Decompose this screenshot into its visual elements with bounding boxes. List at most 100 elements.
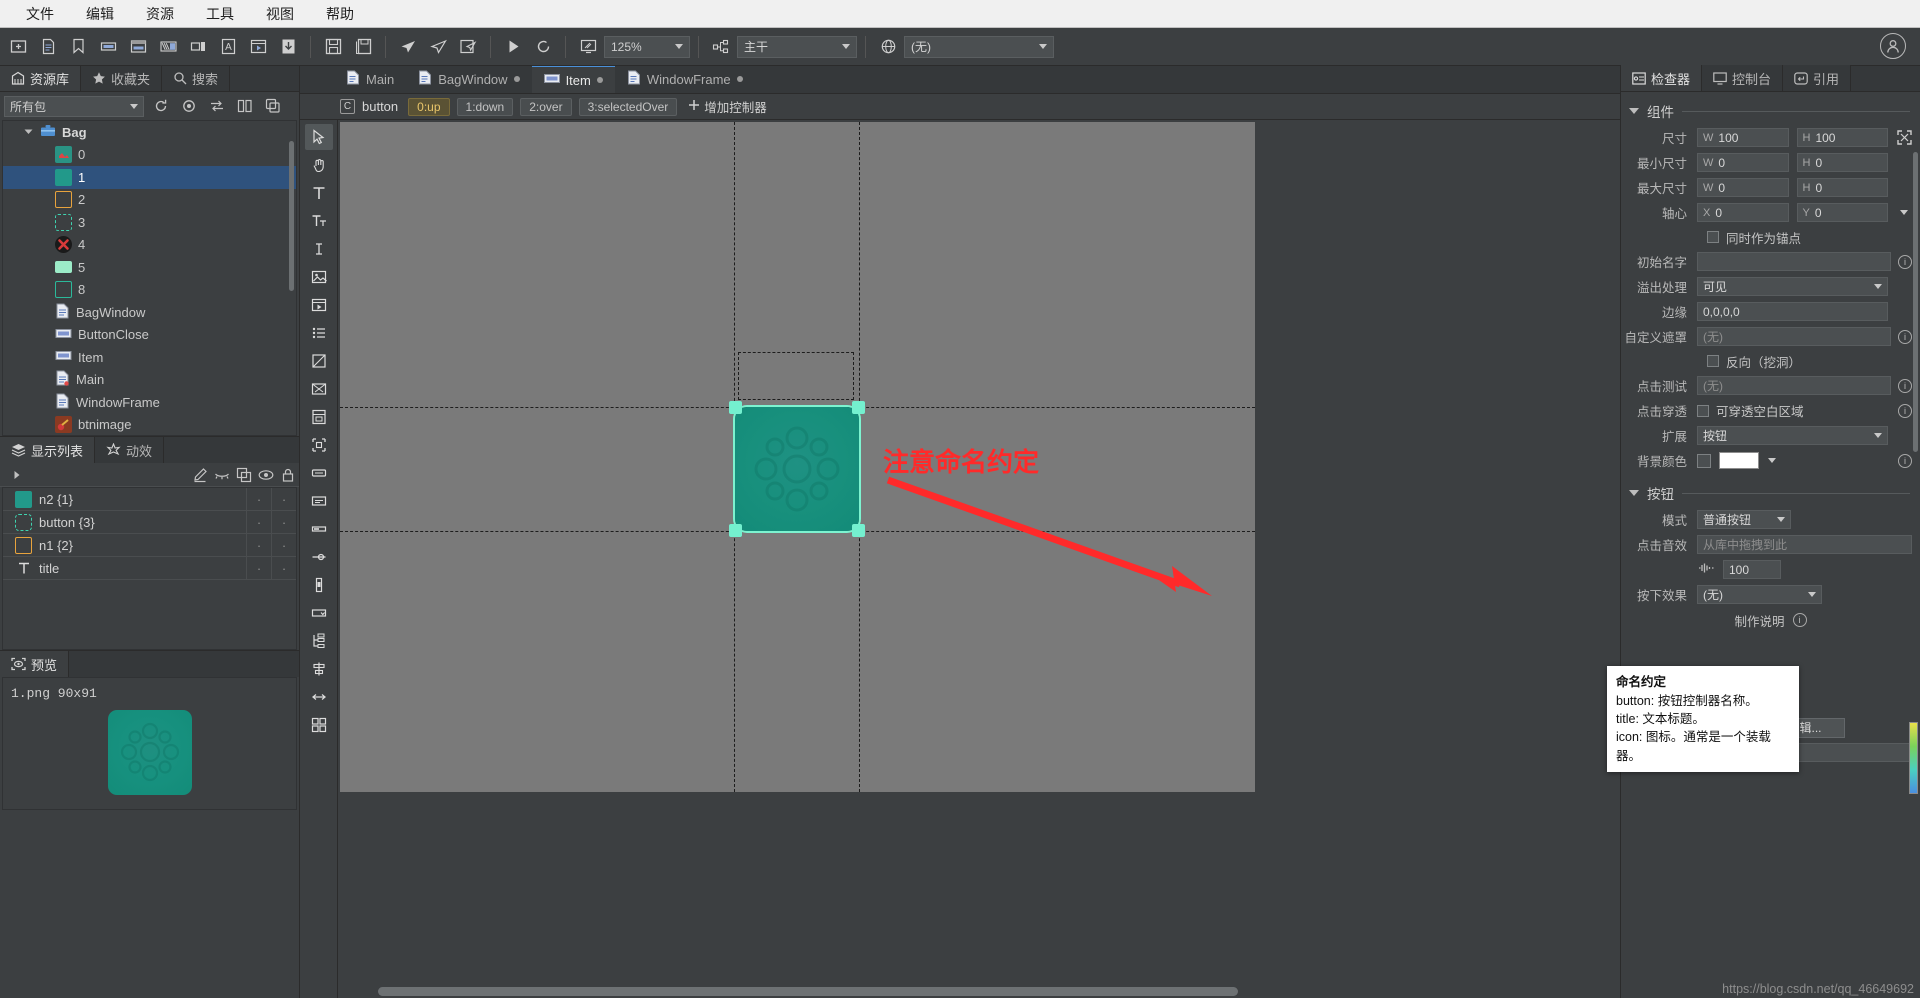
- make-note-row[interactable]: 制作说明 i: [1621, 607, 1920, 633]
- color-gradient-strip[interactable]: [1909, 722, 1918, 794]
- tree-item-item[interactable]: Item: [3, 346, 296, 369]
- library-tree[interactable]: Bag 0 1 2 3 4 5 8 BagWindow ButtonClose …: [2, 120, 297, 436]
- hand-icon[interactable]: [305, 152, 333, 178]
- down-effect-select[interactable]: (无): [1697, 585, 1822, 604]
- resize-handle-bl[interactable]: [729, 524, 742, 537]
- min-height-input[interactable]: H 0: [1796, 153, 1888, 172]
- field-anchor-checkbox-row[interactable]: 同时作为锚点: [1621, 225, 1920, 249]
- text-icon[interactable]: [305, 180, 333, 206]
- design-canvas[interactable]: 注意命名约定: [340, 122, 1255, 792]
- grid-icon[interactable]: [305, 712, 333, 738]
- select-icon[interactable]: [304, 124, 333, 150]
- save-icon[interactable]: [319, 33, 347, 61]
- tree-item-8[interactable]: 8: [3, 279, 296, 302]
- anchor-checkbox[interactable]: [1707, 231, 1719, 243]
- list-item-col1[interactable]: ·: [246, 534, 271, 556]
- selected-item-button[interactable]: [729, 401, 865, 537]
- tree-item-btnimage[interactable]: btnimage: [3, 414, 296, 436]
- margin-input[interactable]: 0,0,0,0: [1697, 302, 1888, 321]
- import-icon[interactable]: [274, 33, 302, 61]
- tree-item-bag[interactable]: Bag: [3, 121, 296, 144]
- publish-icon[interactable]: [394, 33, 422, 61]
- graph-icon[interactable]: [305, 348, 333, 374]
- stage[interactable]: 注意命名约定: [338, 120, 1620, 998]
- mode-select[interactable]: 普通按钮: [1697, 510, 1791, 529]
- info-icon[interactable]: i: [1898, 378, 1912, 393]
- inspector-scrollbar[interactable]: [1913, 152, 1918, 452]
- duplicate-icon[interactable]: [233, 464, 255, 486]
- list-item[interactable]: title · ·: [3, 557, 296, 580]
- list-icon[interactable]: [305, 320, 333, 346]
- info-icon[interactable]: i: [1898, 254, 1912, 269]
- list-item-col2[interactable]: ·: [271, 557, 296, 579]
- richtext-icon[interactable]: [305, 208, 333, 234]
- tab-reference[interactable]: 引用: [1783, 65, 1852, 91]
- list-item-col1[interactable]: ·: [246, 557, 271, 579]
- new-filmstrip-icon[interactable]: [154, 33, 182, 61]
- list-item[interactable]: n2 {1} · ·: [3, 488, 296, 511]
- new-button-icon[interactable]: [184, 33, 212, 61]
- progressbar-icon[interactable]: [305, 516, 333, 542]
- display-list-table[interactable]: n2 {1} · · button {3} · · n1 {2} · · tit…: [2, 487, 297, 650]
- align-icon[interactable]: [305, 656, 333, 682]
- max-width-input[interactable]: W 0: [1697, 178, 1789, 197]
- lock-icon[interactable]: [277, 464, 299, 486]
- sort-icon[interactable]: [206, 95, 228, 117]
- custom-mask-input[interactable]: (无): [1697, 327, 1891, 346]
- split-icon[interactable]: [234, 95, 256, 117]
- new-window-icon[interactable]: [124, 33, 152, 61]
- resize-handle-tl[interactable]: [729, 401, 742, 414]
- tab-preview[interactable]: 预览: [0, 651, 70, 677]
- loader-icon[interactable]: [305, 376, 333, 402]
- info-icon[interactable]: i: [1898, 403, 1912, 418]
- size-height-input[interactable]: H 100: [1796, 128, 1888, 147]
- bookmark-icon[interactable]: [64, 33, 92, 61]
- hit-through-checkbox[interactable]: [1697, 404, 1709, 417]
- sound-input[interactable]: 从库中拖拽到此: [1697, 535, 1912, 554]
- refresh-icon[interactable]: [529, 33, 557, 61]
- tab-doc-main[interactable]: Main: [334, 65, 407, 93]
- controller-state-3-selectedover[interactable]: 3:selectedOver: [578, 97, 678, 116]
- tab-console[interactable]: 控制台: [1702, 65, 1784, 91]
- tree-item-buttonclose[interactable]: ButtonClose: [3, 324, 296, 347]
- scrollbar-icon[interactable]: [305, 572, 333, 598]
- tab-transitions[interactable]: 动效: [95, 437, 165, 463]
- tab-doc-bagwindow[interactable]: BagWindow: [406, 65, 532, 93]
- menu-item-help[interactable]: 帮助: [310, 0, 370, 28]
- overflow-select[interactable]: 可见: [1697, 277, 1888, 296]
- bgcolor-swatch[interactable]: [1719, 452, 1759, 469]
- extend-select[interactable]: 按钮: [1697, 426, 1888, 445]
- component-icon[interactable]: [305, 404, 333, 430]
- list-item-col1[interactable]: ·: [246, 511, 271, 533]
- hide-icon[interactable]: [211, 464, 233, 486]
- chevron-down-icon[interactable]: [23, 125, 34, 140]
- button-icon[interactable]: [305, 460, 333, 486]
- locate-icon[interactable]: [178, 95, 200, 117]
- bgcolor-enable-checkbox[interactable]: [1697, 453, 1711, 468]
- fit-size-icon[interactable]: [1896, 130, 1912, 146]
- new-movieclip-icon[interactable]: [244, 33, 272, 61]
- publish-settings-icon[interactable]: [454, 33, 482, 61]
- new-label-icon[interactable]: A: [214, 33, 242, 61]
- publish-all-icon[interactable]: [424, 33, 452, 61]
- pivot-x-input[interactable]: X 0: [1697, 203, 1789, 222]
- volume-input[interactable]: 100: [1723, 560, 1781, 579]
- menu-item-tools[interactable]: 工具: [190, 0, 250, 28]
- controller-state-1-down[interactable]: 1:down: [456, 97, 514, 116]
- tab-inspector[interactable]: 检查器: [1621, 65, 1703, 91]
- section-component[interactable]: 组件: [1621, 94, 1920, 125]
- image-icon[interactable]: [305, 264, 333, 290]
- slider-icon[interactable]: [305, 544, 333, 570]
- init-name-input[interactable]: [1697, 252, 1891, 271]
- save-all-icon[interactable]: [349, 33, 377, 61]
- tree-item-main[interactable]: Main: [3, 369, 296, 392]
- tree-item-3[interactable]: 3: [3, 211, 296, 234]
- label-icon[interactable]: [305, 488, 333, 514]
- controller-state-2-over[interactable]: 2:over: [520, 97, 572, 116]
- list-item[interactable]: button {3} · ·: [3, 511, 296, 534]
- tab-library[interactable]: 资源库: [0, 65, 82, 91]
- info-icon[interactable]: i: [1792, 613, 1807, 627]
- expand-icon[interactable]: [6, 464, 28, 486]
- resize-handle-tr[interactable]: [852, 401, 865, 414]
- tree-scrollbar[interactable]: [289, 141, 294, 291]
